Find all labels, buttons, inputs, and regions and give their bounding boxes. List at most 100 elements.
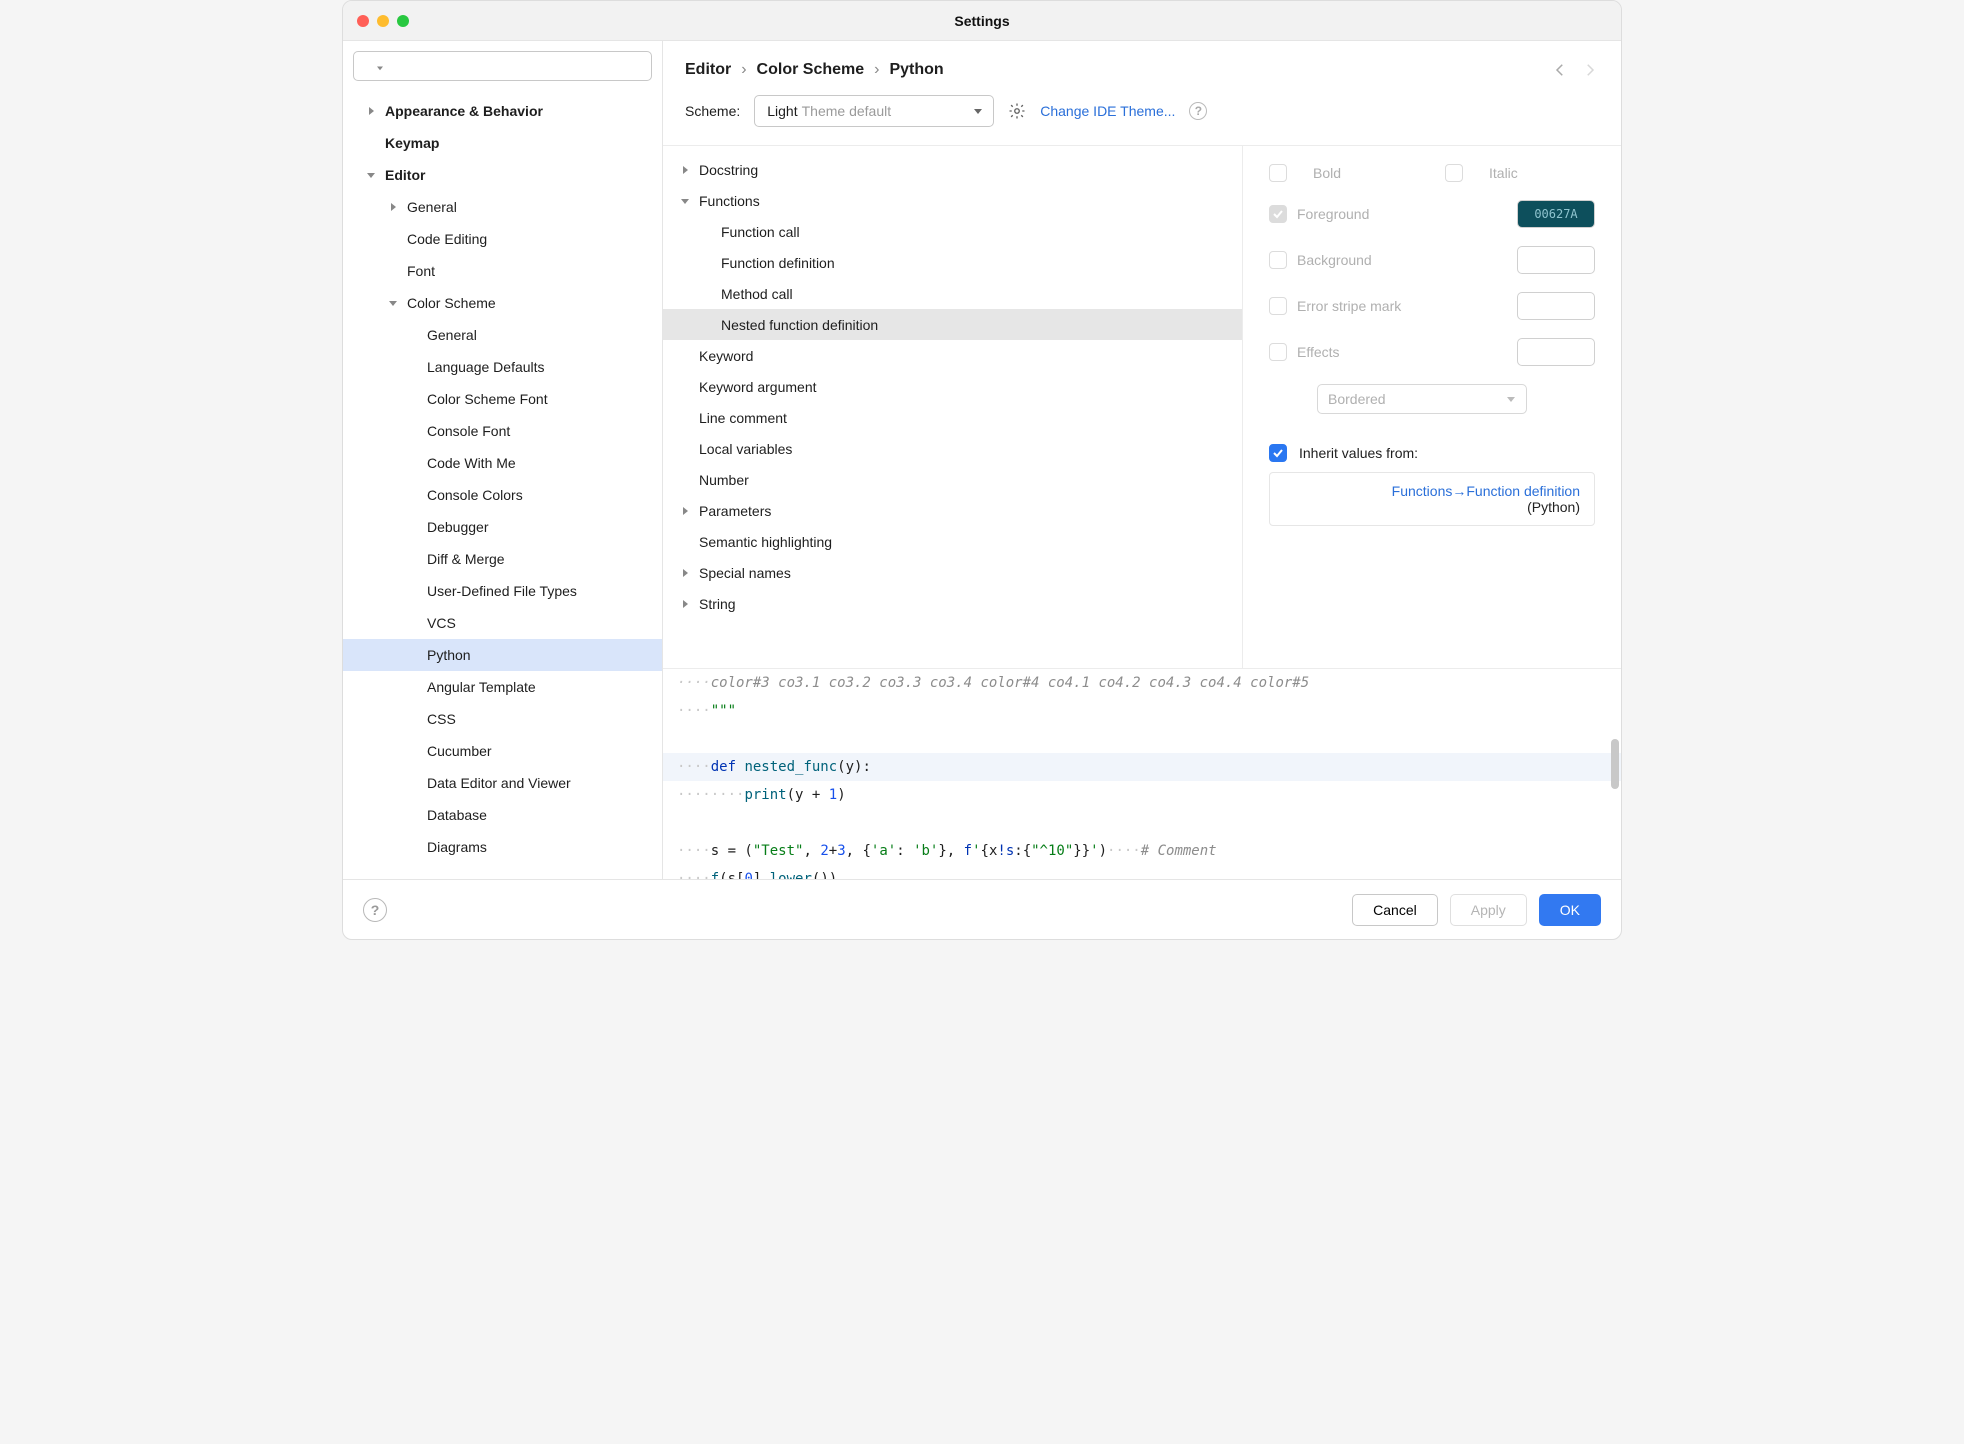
breadcrumb: Editor › Color Scheme › Python <box>685 61 944 79</box>
sidebar-item[interactable]: Language Defaults <box>343 351 662 383</box>
attribute-item[interactable]: Parameters <box>663 495 1242 526</box>
search-dropdown-icon[interactable] <box>377 65 383 71</box>
attribute-item[interactable]: Docstring <box>663 154 1242 185</box>
attribute-item[interactable]: Number <box>663 464 1242 495</box>
bold-checkbox <box>1269 164 1287 182</box>
attribute-item[interactable]: Functions <box>663 185 1242 216</box>
attribute-item-label: Local variables <box>699 441 792 457</box>
sidebar-item-label: Debugger <box>427 519 489 535</box>
settings-tree: Appearance & Behavior Keymap Editor General… <box>343 91 662 879</box>
chevron-down-icon[interactable] <box>363 167 379 183</box>
sidebar-item-label: Diff & Merge <box>427 551 505 567</box>
bold-label: Bold <box>1313 165 1419 181</box>
ok-button[interactable]: OK <box>1539 894 1601 926</box>
sidebar-item[interactable]: Data Editor and Viewer <box>343 767 662 799</box>
attribute-item[interactable]: Function call <box>663 216 1242 247</box>
sidebar-item[interactable]: Color Scheme <box>343 287 662 319</box>
code-preview: ····color#3 co3.1 co3.2 co3.3 co3.4 colo… <box>663 669 1621 879</box>
sidebar-item-label: Editor <box>385 167 425 183</box>
attribute-item[interactable]: Semantic highlighting <box>663 526 1242 557</box>
italic-checkbox <box>1445 164 1463 182</box>
apply-button: Apply <box>1450 894 1527 926</box>
attribute-item[interactable]: Keyword argument <box>663 371 1242 402</box>
sidebar-item[interactable]: Editor <box>343 159 662 191</box>
sidebar-item[interactable]: Console Font <box>343 415 662 447</box>
breadcrumb-separator-icon: › <box>874 61 879 79</box>
inherit-checkbox[interactable] <box>1269 444 1287 462</box>
sidebar-item-label: Data Editor and Viewer <box>427 775 571 791</box>
chevron-right-icon[interactable] <box>677 162 693 178</box>
sidebar-item[interactable]: Diagrams <box>343 831 662 863</box>
scheme-row: Scheme: Light Theme default Change IDE T… <box>663 91 1621 146</box>
main-area: Appearance & Behavior Keymap Editor General… <box>343 41 1621 879</box>
scrollbar-thumb[interactable] <box>1611 739 1619 789</box>
inherit-label: Inherit values from: <box>1299 445 1595 461</box>
attribute-item[interactable]: String <box>663 588 1242 619</box>
attribute-item[interactable]: Line comment <box>663 402 1242 433</box>
sidebar-item-label: General <box>427 327 477 343</box>
attribute-item[interactable]: Special names <box>663 557 1242 588</box>
back-icon[interactable] <box>1551 61 1569 79</box>
error-stripe-swatch <box>1517 292 1595 320</box>
footer: ? Cancel Apply OK <box>343 879 1621 939</box>
sidebar-item-label: Angular Template <box>427 679 536 695</box>
search-input[interactable] <box>353 51 652 81</box>
sidebar-item[interactable]: Color Scheme Font <box>343 383 662 415</box>
sidebar-item[interactable]: Database <box>343 799 662 831</box>
titlebar: Settings <box>343 1 1621 41</box>
attribute-item-label: Keyword argument <box>699 379 817 395</box>
sidebar-item[interactable]: Console Colors <box>343 479 662 511</box>
sidebar-item[interactable]: VCS <box>343 607 662 639</box>
sidebar-item[interactable]: Keymap <box>343 127 662 159</box>
cancel-button[interactable]: Cancel <box>1352 894 1438 926</box>
sidebar-item-label: Appearance & Behavior <box>385 103 543 119</box>
sidebar-item[interactable]: General <box>343 191 662 223</box>
help-button[interactable]: ? <box>363 898 387 922</box>
sidebar-item[interactable]: Code Editing <box>343 223 662 255</box>
sidebar: Appearance & Behavior Keymap Editor General… <box>343 41 663 879</box>
help-icon[interactable]: ? <box>1189 102 1207 120</box>
sidebar-item[interactable]: Debugger <box>343 511 662 543</box>
chevron-down-icon[interactable] <box>385 295 401 311</box>
sidebar-item[interactable]: User-Defined File Types <box>343 575 662 607</box>
attributes-tree: DocstringFunctionsFunction callFunction … <box>663 146 1243 668</box>
inherit-source-link[interactable]: Functions→Function definition <box>1284 483 1580 499</box>
breadcrumb-item[interactable]: Python <box>889 61 943 79</box>
sidebar-item[interactable]: Code With Me <box>343 447 662 479</box>
sidebar-item[interactable]: CSS <box>343 703 662 735</box>
sidebar-item-label: Color Scheme Font <box>427 391 548 407</box>
chevron-right-icon[interactable] <box>385 199 401 215</box>
sidebar-item[interactable]: Appearance & Behavior <box>343 95 662 127</box>
sidebar-item[interactable]: Python <box>343 639 662 671</box>
effects-type-value: Bordered <box>1328 391 1386 407</box>
sidebar-item-label: User-Defined File Types <box>427 583 577 599</box>
attribute-item[interactable]: Nested function definition <box>663 309 1242 340</box>
sidebar-item-label: CSS <box>427 711 456 727</box>
chevron-right-icon[interactable] <box>363 103 379 119</box>
attribute-item[interactable]: Keyword <box>663 340 1242 371</box>
chevron-right-icon[interactable] <box>677 565 693 581</box>
inherit-source-lang: (Python) <box>1284 499 1580 515</box>
sidebar-item-label: Code With Me <box>427 455 516 471</box>
attribute-item[interactable]: Function definition <box>663 247 1242 278</box>
scheme-select[interactable]: Light Theme default <box>754 95 994 127</box>
sidebar-item-label: Keymap <box>385 135 439 151</box>
sidebar-item[interactable]: General <box>343 319 662 351</box>
attribute-item-label: Parameters <box>699 503 771 519</box>
config-panel: Bold Italic Foreground 00627A Backgroun <box>1243 146 1621 668</box>
attribute-item[interactable]: Local variables <box>663 433 1242 464</box>
search-container <box>353 51 652 81</box>
gear-icon[interactable] <box>1008 102 1026 120</box>
attribute-item[interactable]: Method call <box>663 278 1242 309</box>
change-theme-link[interactable]: Change IDE Theme... <box>1040 103 1175 119</box>
breadcrumb-item[interactable]: Editor <box>685 61 731 79</box>
scheme-value: Light <box>767 103 797 119</box>
chevron-right-icon[interactable] <box>677 596 693 612</box>
sidebar-item[interactable]: Font <box>343 255 662 287</box>
sidebar-item[interactable]: Cucumber <box>343 735 662 767</box>
sidebar-item[interactable]: Diff & Merge <box>343 543 662 575</box>
chevron-down-icon[interactable] <box>677 193 693 209</box>
sidebar-item[interactable]: Angular Template <box>343 671 662 703</box>
chevron-right-icon[interactable] <box>677 503 693 519</box>
breadcrumb-item[interactable]: Color Scheme <box>757 61 865 79</box>
